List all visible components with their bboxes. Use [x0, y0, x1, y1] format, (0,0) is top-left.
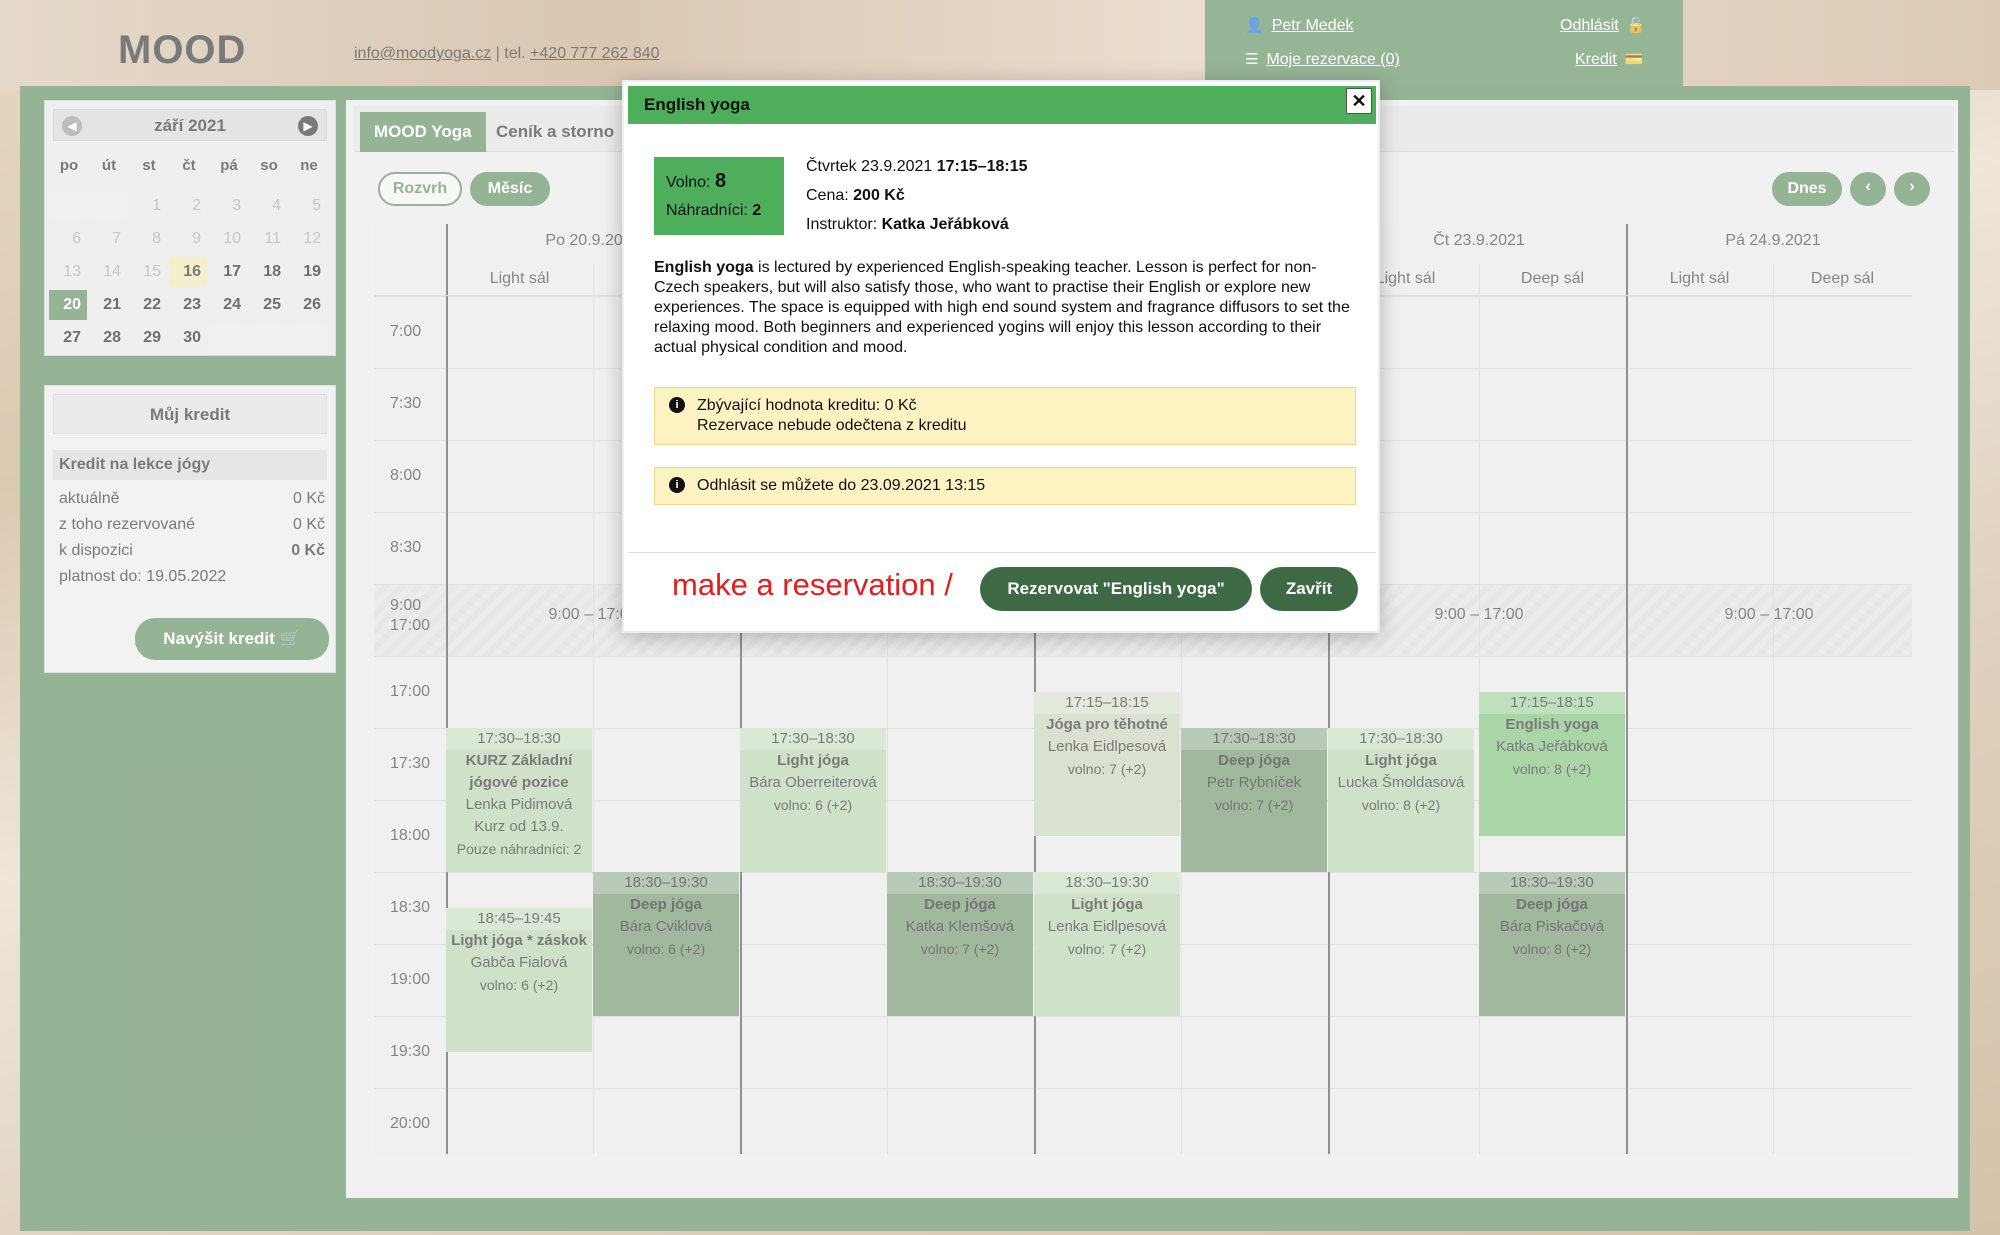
note-line: Rezervace nebude odečtena z kreditu	[697, 417, 967, 434]
modal-divider	[628, 552, 1376, 553]
annotation-text: make a reservation /	[672, 567, 953, 602]
price-value: 200 Kč	[853, 187, 905, 204]
free-label: Volno:	[666, 174, 711, 191]
info-icon: i	[669, 397, 685, 413]
lesson-instructor: Instruktor: Katka Jeřábková	[806, 210, 1028, 239]
subs-value: 2	[752, 202, 762, 219]
close-icon[interactable]: ✕	[1346, 88, 1372, 114]
note-line: Zbývající hodnota kreditu: 0 Kč	[697, 397, 917, 414]
substitutes: Náhradníci: 2	[666, 197, 772, 225]
close-button[interactable]: Zavřít	[1260, 567, 1358, 611]
reserve-button[interactable]: Rezervovat "English yoga"	[980, 567, 1252, 611]
free-spots: Volno: 8	[666, 167, 772, 197]
capacity-box: Volno: 8 Náhradníci: 2	[654, 157, 784, 235]
cancel-deadline-note: i Odhlásit se můžete do 23.09.2021 13:15	[654, 467, 1356, 505]
free-value: 8	[714, 170, 727, 192]
lesson-date: Čtvrtek 23.9.2021 17:15–18:15	[806, 152, 1028, 181]
instructor-name: Katka Jeřábková	[881, 216, 1009, 233]
credit-note: i Zbývající hodnota kreditu: 0 Kč Rezerv…	[654, 387, 1356, 445]
price-label: Cena:	[806, 187, 849, 204]
instructor-label: Instruktor:	[806, 216, 878, 233]
lesson-info: Čtvrtek 23.9.2021 17:15–18:15 Cena: 200 …	[806, 152, 1028, 239]
date-text: Čtvrtek 23.9.2021	[806, 158, 933, 175]
modal-title: English yoga	[628, 86, 1376, 124]
lesson-modal: English yoga ✕ Volno: 8 Náhradníci: 2 Čt…	[622, 80, 1380, 633]
subs-label: Náhradníci:	[666, 202, 748, 219]
lesson-description: English yoga is lectured by experienced …	[654, 258, 1356, 358]
desc-text: is lectured by experienced English-speak…	[654, 259, 1350, 356]
time-text: 17:15–18:15	[936, 158, 1028, 175]
desc-title: English yoga	[654, 259, 754, 276]
lesson-price: Cena: 200 Kč	[806, 181, 1028, 210]
info-icon: i	[669, 477, 685, 493]
note-line: Odhlásit se můžete do 23.09.2021 13:15	[697, 477, 986, 494]
